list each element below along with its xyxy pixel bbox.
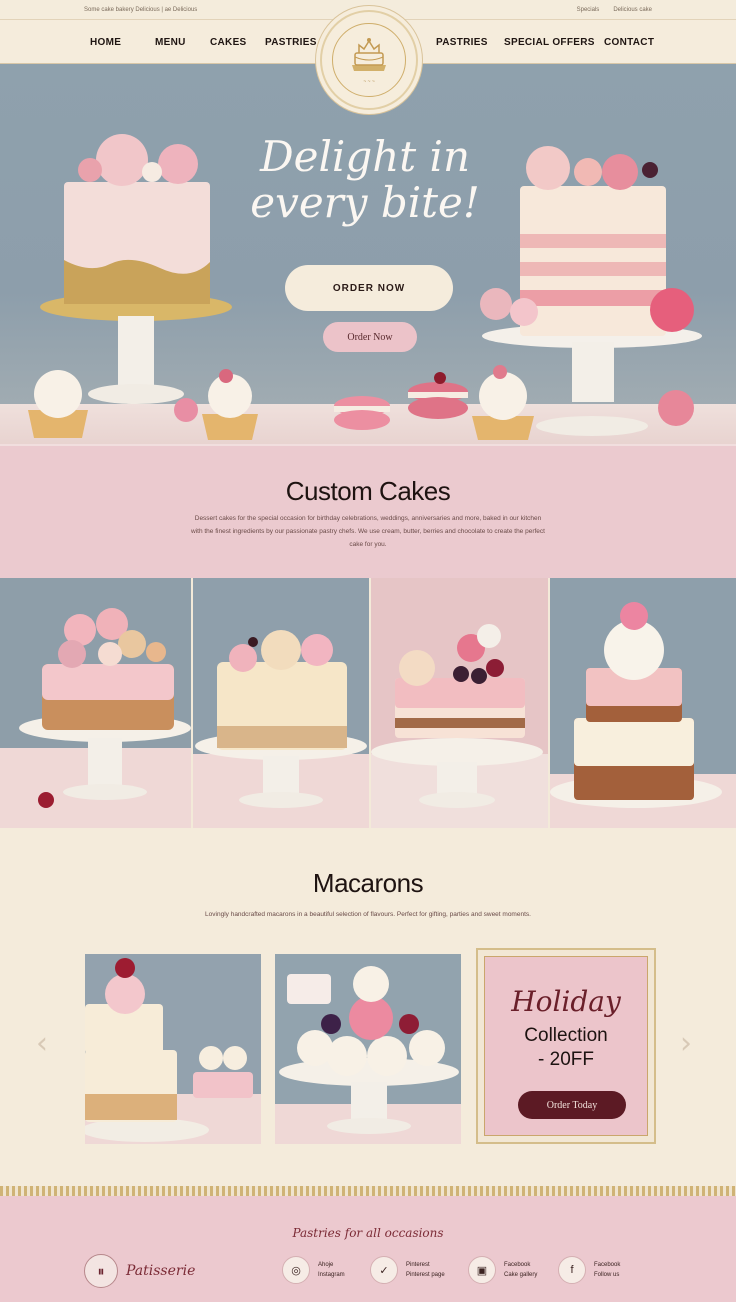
gallery-item[interactable] (550, 578, 736, 828)
hero-cakes-illustration (28, 134, 702, 440)
cupcake-tower-image (275, 966, 461, 1144)
gallery-item[interactable] (193, 578, 369, 828)
cream-cake-image (193, 630, 369, 828)
gallery-item[interactable] (371, 578, 548, 828)
social-sub: Follow us (594, 1272, 620, 1278)
social-sub: Instagram (318, 1272, 345, 1278)
social-sub: Pinterest page (406, 1272, 445, 1278)
layered-cake-image (550, 602, 736, 828)
instagram-icon: ◎ (282, 1256, 310, 1284)
order-now-button[interactable]: ORDER NOW (285, 265, 453, 311)
tiered-cake-image (85, 958, 261, 1144)
cake-gallery (0, 578, 736, 828)
nav-special-offers[interactable]: SPECIAL OFFERS (504, 37, 595, 48)
carousel-item[interactable] (275, 954, 461, 1144)
footer-tagline: Pastries for all occasions (292, 1226, 444, 1240)
macarons-title: Macarons (312, 868, 424, 898)
facebook-icon: f (558, 1256, 586, 1284)
bakery-logo[interactable]: ~ ~ ~ (320, 10, 418, 110)
social-name: Facebook (504, 1262, 531, 1268)
holiday-collection-card: Holiday Collection - 20FF Order Today (476, 948, 656, 1144)
nav-contact[interactable]: CONTACT (604, 37, 654, 48)
custom-cakes-description: Dessert cakes for the special occasion f… (191, 515, 545, 548)
pinterest-icon: ✓ (370, 1256, 398, 1284)
social-name: Pinterest (406, 1262, 430, 1268)
social-name: Ahoje (318, 1262, 334, 1268)
order-today-button[interactable]: Order Today (518, 1091, 626, 1119)
social-name: Facebook (594, 1262, 621, 1268)
social-sub: Cake gallery (504, 1272, 538, 1278)
holiday-title: Holiday (511, 985, 621, 1018)
berry-cake-image (371, 624, 548, 828)
holiday-promo-panel: Holiday Collection - 20FF Order Today (484, 956, 648, 1136)
custom-cakes-title: Custom Cakes (285, 476, 451, 506)
logo-tagline-decoration: ~ ~ ~ (363, 79, 375, 85)
nav-pastries-2[interactable]: PASTRIES (436, 37, 488, 48)
carousel-prev-arrow[interactable]: ‹ (36, 1026, 48, 1061)
hero-banner: Delight in every bite! ORDER NOW Order N… (0, 64, 736, 444)
macaron-cake-image (0, 608, 191, 828)
gallery-item[interactable] (0, 578, 191, 828)
footer-brand[interactable]: ⏸ Patisserie (84, 1254, 195, 1288)
nav-menu[interactable]: MENU (155, 37, 186, 48)
custom-cakes-section: Custom Cakes Dessert cakes for the speci… (0, 444, 736, 578)
nav-cakes[interactable]: CAKES (210, 37, 247, 48)
carousel-item[interactable] (85, 954, 261, 1144)
order-now-secondary-button[interactable]: Order Now (323, 322, 417, 352)
camera-icon: ▣ (468, 1256, 496, 1284)
social-link-facebook[interactable]: f Facebook Follow us (558, 1256, 620, 1284)
nav-home[interactable]: HOME (90, 37, 121, 48)
top-utility-right-text-2[interactable]: Delicious cake (613, 7, 652, 13)
macarons-description: Lovingly handcrafted macarons in a beaut… (205, 911, 531, 918)
brand-monogram-icon: ⏸ (84, 1254, 118, 1288)
holiday-discount-label: - 20FF (538, 1049, 594, 1070)
nav-pastries[interactable]: PASTRIES (265, 37, 317, 48)
top-utility-right-text[interactable]: Specials (577, 7, 600, 13)
top-utility-left-text: Some cake bakery Delicious | ae Deliciou… (84, 6, 198, 13)
cake-crown-icon (352, 38, 386, 71)
carousel-next-arrow[interactable]: › (680, 1026, 692, 1061)
holiday-collection-label: Collection (524, 1025, 608, 1046)
social-link-pinterest[interactable]: ✓ Pinterest Pinterest page (370, 1256, 445, 1284)
social-link-gallery[interactable]: ▣ Facebook Cake gallery (468, 1256, 537, 1284)
footer-brand-name: Patisserie (126, 1263, 196, 1279)
site-footer: Pastries for all occasions ⏸ Patisserie … (0, 1196, 736, 1302)
lace-divider (0, 1186, 736, 1196)
social-link-instagram[interactable]: ◎ Ahoje Instagram (282, 1256, 345, 1284)
hero-title: Delight in every bite! (250, 132, 480, 227)
